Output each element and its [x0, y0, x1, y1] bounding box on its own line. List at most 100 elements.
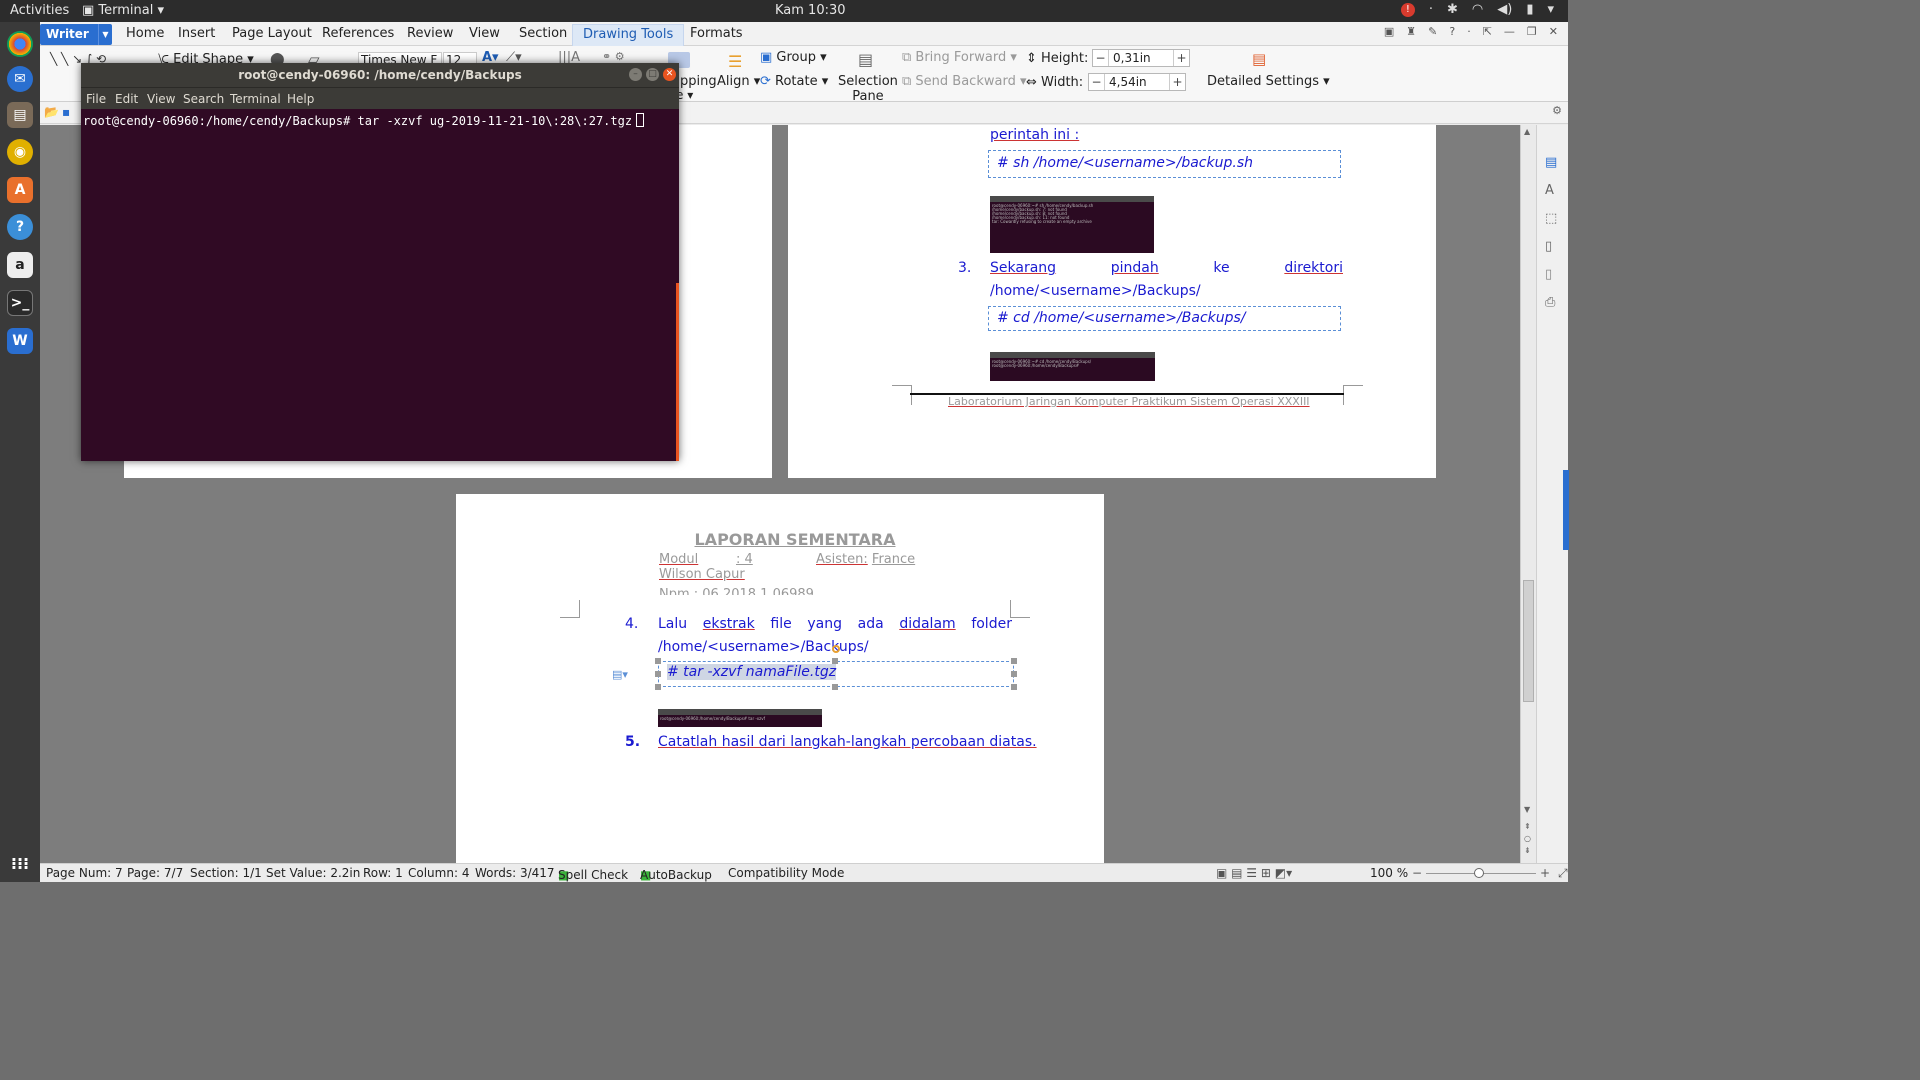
width-spinner[interactable]: −4,54in +: [1088, 73, 1186, 91]
share-icon[interactable]: ⎙: [1545, 295, 1555, 310]
vertical-scrollbar[interactable]: ▲ ▼ ⇞ ○ ⇟: [1520, 125, 1536, 863]
side-tab-indicator[interactable]: [1563, 470, 1569, 550]
restore-ribbon-icon[interactable]: ⇱: [1483, 25, 1492, 38]
zoom-level[interactable]: 100 %: [1370, 866, 1408, 880]
volume-icon[interactable]: ◀): [1497, 2, 1512, 17]
align-button[interactable]: Align ▾: [717, 74, 760, 89]
screenshot-cd-thumbnail[interactable]: root@cendy-06960:~# cd /home/cendy/Backu…: [990, 352, 1155, 381]
scroll-down-icon[interactable]: ▼: [1524, 805, 1530, 814]
wps-writer-icon[interactable]: W: [7, 328, 33, 354]
plus-icon[interactable]: +: [1169, 74, 1185, 90]
battery-icon[interactable]: ▮: [1526, 2, 1533, 17]
resize-handle[interactable]: [1011, 671, 1017, 677]
detailed-settings-button[interactable]: Detailed Settings ▾: [1207, 74, 1330, 89]
resize-handle[interactable]: [1011, 684, 1017, 690]
more-icon[interactable]: ·: [1467, 25, 1471, 38]
resize-handle[interactable]: [832, 684, 838, 690]
software-center-icon[interactable]: A: [7, 177, 33, 203]
screenshot-backup-thumbnail[interactable]: root@cendy-06960:~# sh /home/cendy/backu…: [990, 196, 1154, 253]
resize-handle[interactable]: [655, 658, 661, 664]
menu-search[interactable]: Search: [183, 92, 224, 106]
zoom-in-icon[interactable]: +: [1540, 866, 1550, 880]
menu-edit[interactable]: Edit: [115, 92, 138, 106]
menu-file[interactable]: File: [86, 92, 106, 106]
link-icon[interactable]: ⚭ ⚙: [602, 50, 625, 63]
shirt-icon[interactable]: ♜: [1406, 25, 1416, 38]
height-value[interactable]: 0,31in: [1109, 51, 1173, 65]
document-icon[interactable]: ▯: [1545, 239, 1552, 254]
system-menu-icon[interactable]: ▾: [1547, 2, 1554, 17]
rotate-button[interactable]: ⟳ Rotate ▾: [760, 74, 828, 89]
terminal-output[interactable]: root@cendy-06960:/home/cendy/Backups# ta…: [81, 109, 679, 461]
plus-icon[interactable]: +: [1173, 50, 1189, 66]
command-box-cd[interactable]: # cd /home/<username>/Backups/: [988, 306, 1341, 331]
clock[interactable]: Kam 10:30: [775, 3, 846, 18]
save-icon[interactable]: ▪: [62, 105, 70, 119]
tab-drawing-tools[interactable]: Drawing Tools: [572, 24, 685, 46]
terminal-scrollbar[interactable]: [676, 283, 679, 461]
terminal-window[interactable]: root@cendy-06960: /home/cendy/Backups – …: [81, 63, 679, 461]
resize-handle[interactable]: [832, 658, 838, 664]
minus-icon[interactable]: −: [1089, 74, 1105, 90]
terminal-icon[interactable]: >_: [7, 290, 33, 316]
minus-icon[interactable]: −: [1093, 50, 1109, 66]
app-menu-terminal[interactable]: ▣ Terminal ▾: [82, 3, 164, 18]
ribbon-settings-icon[interactable]: ⚙: [1552, 104, 1562, 117]
terminal-title[interactable]: root@cendy-06960: /home/cendy/Backups: [81, 63, 679, 87]
dot-indicator-icon[interactable]: ·: [1429, 2, 1433, 17]
feedback-icon[interactable]: ✎: [1428, 25, 1437, 38]
selection-pane-button[interactable]: Selection Pane: [838, 74, 898, 104]
wifi-icon[interactable]: ◠: [1472, 2, 1483, 17]
view-mode-icons[interactable]: ▣ ▤ ☰ ⊞ ◩▾: [1216, 866, 1292, 880]
amazon-icon[interactable]: a: [7, 252, 33, 278]
backup-icon[interactable]: ▯: [1545, 267, 1552, 282]
chrome-icon[interactable]: [7, 31, 33, 57]
new-document-icon[interactable]: ▤: [1545, 155, 1557, 170]
tab-insert[interactable]: Insert: [178, 26, 215, 41]
status-words[interactable]: Words: 3/417: [475, 866, 555, 880]
scroll-up-icon[interactable]: ▲: [1524, 127, 1530, 136]
page-bottom[interactable]: LAPORAN SEMENTARA Modul : 4 Asisten: Fra…: [456, 494, 1104, 863]
height-spinner[interactable]: −0,31in +: [1092, 49, 1190, 67]
close-icon[interactable]: ✕: [1549, 25, 1558, 38]
layout-options-icon[interactable]: ▤▾: [612, 668, 628, 681]
style-icon[interactable]: A: [1545, 183, 1554, 198]
resize-handle[interactable]: [1011, 658, 1017, 664]
zoom-slider-thumb[interactable]: [1474, 868, 1484, 878]
show-applications-icon[interactable]: ⁝⁝⁝: [7, 850, 33, 876]
writer-menu-button[interactable]: Writer ▼: [40, 24, 112, 45]
tab-view[interactable]: View: [469, 26, 500, 41]
tab-page-layout[interactable]: Page Layout: [232, 26, 312, 41]
tab-references[interactable]: References: [322, 26, 394, 41]
fit-window-icon[interactable]: ⤢: [1558, 866, 1568, 881]
thunderbird-icon[interactable]: ✉: [7, 66, 33, 92]
width-value[interactable]: 4,54in: [1105, 75, 1169, 89]
status-page-num[interactable]: Page Num: 7: [46, 866, 123, 880]
menu-view[interactable]: View: [147, 92, 175, 106]
help-icon[interactable]: ?: [7, 214, 33, 240]
update-icon[interactable]: !: [1400, 3, 1415, 17]
status-page[interactable]: Page: 7/7: [127, 866, 183, 880]
page-nav-icons[interactable]: ⇞ ○ ⇟: [1524, 821, 1531, 857]
menu-terminal[interactable]: Terminal: [230, 92, 281, 106]
select-icon[interactable]: ⬚: [1545, 211, 1557, 226]
files-icon[interactable]: ▤: [7, 102, 33, 128]
tab-home[interactable]: Home: [126, 26, 164, 41]
screenshot-tar-thumbnail[interactable]: root@cendy-06960:/home/cendy/Backups# ta…: [658, 709, 822, 727]
open-folder-icon[interactable]: 📂: [44, 105, 59, 119]
rotate-handle-icon[interactable]: [832, 645, 840, 653]
maximize-icon[interactable]: ❐: [1527, 25, 1537, 38]
send-backward-button[interactable]: ⧉ Send Backward ▾: [902, 74, 1027, 89]
minimize-icon[interactable]: –: [629, 68, 642, 81]
maximize-icon[interactable]: □: [646, 68, 659, 81]
tab-section[interactable]: Section: [519, 26, 567, 41]
bring-forward-button[interactable]: ⧉ Bring Forward ▾: [902, 50, 1017, 65]
command-box-backup[interactable]: # sh /home/<username>/backup.sh: [988, 150, 1341, 178]
minimize-icon[interactable]: —: [1504, 25, 1515, 38]
zoom-out-icon[interactable]: −: [1412, 866, 1422, 880]
activities-button[interactable]: Activities: [10, 3, 69, 18]
command-box-tar-text[interactable]: # tar -xzvf namaFile.tgz: [667, 664, 837, 680]
help-icon[interactable]: ?: [1449, 25, 1455, 38]
bluetooth-icon[interactable]: ✱: [1447, 2, 1458, 17]
menu-help[interactable]: Help: [287, 92, 314, 106]
